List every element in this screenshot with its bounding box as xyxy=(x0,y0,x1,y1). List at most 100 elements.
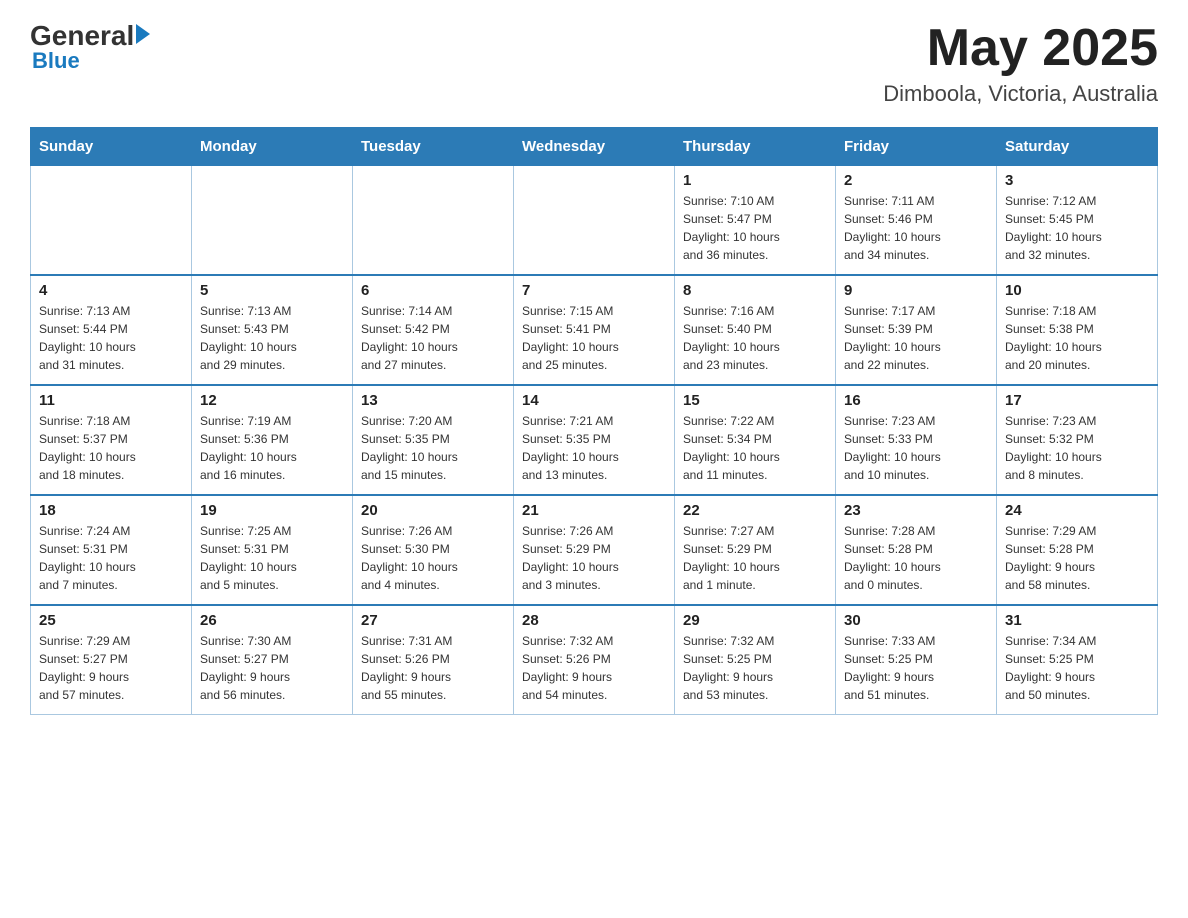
day-number: 18 xyxy=(39,502,183,519)
calendar-cell: 8 Sunrise: 7:16 AMSunset: 5:40 PMDaylight… xyxy=(675,275,836,385)
day-info: Sunrise: 7:13 AMSunset: 5:43 PMDaylight:… xyxy=(200,302,344,374)
day-number: 7 xyxy=(522,282,666,299)
day-info: Sunrise: 7:15 AMSunset: 5:41 PMDaylight:… xyxy=(522,302,666,374)
day-info: Sunrise: 7:18 AMSunset: 5:37 PMDaylight:… xyxy=(39,412,183,484)
calendar-cell: 10 Sunrise: 7:18 AMSunset: 5:38 PMDayligh… xyxy=(997,275,1158,385)
calendar-cell: 21Sunrise: 7:26 AMSunset: 5:29 PMDayligh… xyxy=(514,495,675,605)
calendar-cell: 31 Sunrise: 7:34 AMSunset: 5:25 PMDayligh… xyxy=(997,605,1158,715)
calendar-cell: 13 Sunrise: 7:20 AMSunset: 5:35 PMDayligh… xyxy=(353,385,514,495)
day-info: Sunrise: 7:28 AMSunset: 5:28 PMDaylight:… xyxy=(844,522,988,594)
calendar-cell: 29Sunrise: 7:32 AMSunset: 5:25 PMDayligh… xyxy=(675,605,836,715)
weekday-header-monday: Monday xyxy=(192,128,353,166)
day-number: 9 xyxy=(844,282,988,299)
day-info: Sunrise: 7:27 AMSunset: 5:29 PMDaylight:… xyxy=(683,522,827,594)
day-info: Sunrise: 7:32 AMSunset: 5:26 PMDaylight:… xyxy=(522,632,666,704)
day-number: 6 xyxy=(361,282,505,299)
calendar-cell: 14 Sunrise: 7:21 AMSunset: 5:35 PMDayligh… xyxy=(514,385,675,495)
weekday-header-saturday: Saturday xyxy=(997,128,1158,166)
day-number: 25 xyxy=(39,612,183,629)
calendar-header-row: SundayMondayTuesdayWednesdayThursdayFrid… xyxy=(31,128,1158,166)
day-number: 23 xyxy=(844,502,988,519)
calendar-week-1: 1Sunrise: 7:10 AMSunset: 5:47 PMDaylight… xyxy=(31,166,1158,276)
calendar-cell: 25 Sunrise: 7:29 AMSunset: 5:27 PMDayligh… xyxy=(31,605,192,715)
day-info: Sunrise: 7:26 AMSunset: 5:29 PMDaylight:… xyxy=(522,522,666,594)
day-number: 24 xyxy=(1005,502,1149,519)
day-info: Sunrise: 7:29 AMSunset: 5:28 PMDaylight:… xyxy=(1005,522,1149,594)
day-number: 14 xyxy=(522,392,666,409)
weekday-header-tuesday: Tuesday xyxy=(353,128,514,166)
calendar-cell: 5 Sunrise: 7:13 AMSunset: 5:43 PMDaylight… xyxy=(192,275,353,385)
day-info: Sunrise: 7:13 AMSunset: 5:44 PMDaylight:… xyxy=(39,302,183,374)
calendar-cell: 1Sunrise: 7:10 AMSunset: 5:47 PMDaylight… xyxy=(675,166,836,276)
calendar-week-3: 11 Sunrise: 7:18 AMSunset: 5:37 PMDayligh… xyxy=(31,385,1158,495)
weekday-header-friday: Friday xyxy=(836,128,997,166)
day-number: 10 xyxy=(1005,282,1149,299)
logo-arrow-icon xyxy=(136,24,150,44)
calendar-week-5: 25 Sunrise: 7:29 AMSunset: 5:27 PMDayligh… xyxy=(31,605,1158,715)
day-number: 26 xyxy=(200,612,344,629)
calendar-cell xyxy=(31,166,192,276)
day-info: Sunrise: 7:23 AMSunset: 5:32 PMDaylight:… xyxy=(1005,412,1149,484)
calendar-cell: 24 Sunrise: 7:29 AMSunset: 5:28 PMDayligh… xyxy=(997,495,1158,605)
day-info: Sunrise: 7:21 AMSunset: 5:35 PMDaylight:… xyxy=(522,412,666,484)
day-info: Sunrise: 7:34 AMSunset: 5:25 PMDaylight:… xyxy=(1005,632,1149,704)
calendar-cell: 9 Sunrise: 7:17 AMSunset: 5:39 PMDaylight… xyxy=(836,275,997,385)
day-number: 11 xyxy=(39,392,183,409)
day-info: Sunrise: 7:33 AMSunset: 5:25 PMDaylight:… xyxy=(844,632,988,704)
day-info: Sunrise: 7:11 AMSunset: 5:46 PMDaylight:… xyxy=(844,192,988,264)
day-number: 12 xyxy=(200,392,344,409)
day-info: Sunrise: 7:25 AMSunset: 5:31 PMDaylight:… xyxy=(200,522,344,594)
day-info: Sunrise: 7:29 AMSunset: 5:27 PMDaylight:… xyxy=(39,632,183,704)
day-info: Sunrise: 7:30 AMSunset: 5:27 PMDaylight:… xyxy=(200,632,344,704)
calendar-cell: 27 Sunrise: 7:31 AMSunset: 5:26 PMDayligh… xyxy=(353,605,514,715)
calendar-week-2: 4 Sunrise: 7:13 AMSunset: 5:44 PMDaylight… xyxy=(31,275,1158,385)
day-number: 19 xyxy=(200,502,344,519)
title-section: May 2025 Dimboola, Victoria, Australia xyxy=(883,20,1158,107)
day-number: 15 xyxy=(683,392,827,409)
calendar-cell: 11 Sunrise: 7:18 AMSunset: 5:37 PMDayligh… xyxy=(31,385,192,495)
day-number: 1 xyxy=(683,172,827,189)
day-number: 8 xyxy=(683,282,827,299)
calendar-week-4: 18 Sunrise: 7:24 AMSunset: 5:31 PMDayligh… xyxy=(31,495,1158,605)
day-number: 27 xyxy=(361,612,505,629)
day-number: 13 xyxy=(361,392,505,409)
day-info: Sunrise: 7:18 AMSunset: 5:38 PMDaylight:… xyxy=(1005,302,1149,374)
calendar-cell: 4 Sunrise: 7:13 AMSunset: 5:44 PMDaylight… xyxy=(31,275,192,385)
day-info: Sunrise: 7:22 AMSunset: 5:34 PMDaylight:… xyxy=(683,412,827,484)
day-info: Sunrise: 7:16 AMSunset: 5:40 PMDaylight:… xyxy=(683,302,827,374)
calendar-cell: 15 Sunrise: 7:22 AMSunset: 5:34 PMDayligh… xyxy=(675,385,836,495)
day-info: Sunrise: 7:26 AMSunset: 5:30 PMDaylight:… xyxy=(361,522,505,594)
calendar-cell: 19 Sunrise: 7:25 AMSunset: 5:31 PMDayligh… xyxy=(192,495,353,605)
day-number: 28 xyxy=(522,612,666,629)
day-info: Sunrise: 7:31 AMSunset: 5:26 PMDaylight:… xyxy=(361,632,505,704)
calendar-cell: 12 Sunrise: 7:19 AMSunset: 5:36 PMDayligh… xyxy=(192,385,353,495)
weekday-header-sunday: Sunday xyxy=(31,128,192,166)
day-number: 2 xyxy=(844,172,988,189)
weekday-header-thursday: Thursday xyxy=(675,128,836,166)
calendar-cell: 2 Sunrise: 7:11 AMSunset: 5:46 PMDaylight… xyxy=(836,166,997,276)
calendar-cell: 18 Sunrise: 7:24 AMSunset: 5:31 PMDayligh… xyxy=(31,495,192,605)
calendar-cell: 23 Sunrise: 7:28 AMSunset: 5:28 PMDayligh… xyxy=(836,495,997,605)
day-number: 5 xyxy=(200,282,344,299)
calendar-cell: 17 Sunrise: 7:23 AMSunset: 5:32 PMDayligh… xyxy=(997,385,1158,495)
day-number: 17 xyxy=(1005,392,1149,409)
day-info: Sunrise: 7:24 AMSunset: 5:31 PMDaylight:… xyxy=(39,522,183,594)
day-number: 4 xyxy=(39,282,183,299)
day-info: Sunrise: 7:20 AMSunset: 5:35 PMDaylight:… xyxy=(361,412,505,484)
day-number: 31 xyxy=(1005,612,1149,629)
month-title: May 2025 xyxy=(883,20,1158,77)
calendar-cell xyxy=(514,166,675,276)
weekday-header-wednesday: Wednesday xyxy=(514,128,675,166)
day-info: Sunrise: 7:14 AMSunset: 5:42 PMDaylight:… xyxy=(361,302,505,374)
day-number: 20 xyxy=(361,502,505,519)
calendar-cell xyxy=(192,166,353,276)
calendar-cell: 7 Sunrise: 7:15 AMSunset: 5:41 PMDaylight… xyxy=(514,275,675,385)
day-info: Sunrise: 7:23 AMSunset: 5:33 PMDaylight:… xyxy=(844,412,988,484)
page-header: General Blue May 2025 Dimboola, Victoria… xyxy=(30,20,1158,107)
day-info: Sunrise: 7:17 AMSunset: 5:39 PMDaylight:… xyxy=(844,302,988,374)
day-number: 29 xyxy=(683,612,827,629)
day-info: Sunrise: 7:19 AMSunset: 5:36 PMDaylight:… xyxy=(200,412,344,484)
day-number: 30 xyxy=(844,612,988,629)
calendar-cell xyxy=(353,166,514,276)
calendar-cell: 28 Sunrise: 7:32 AMSunset: 5:26 PMDayligh… xyxy=(514,605,675,715)
